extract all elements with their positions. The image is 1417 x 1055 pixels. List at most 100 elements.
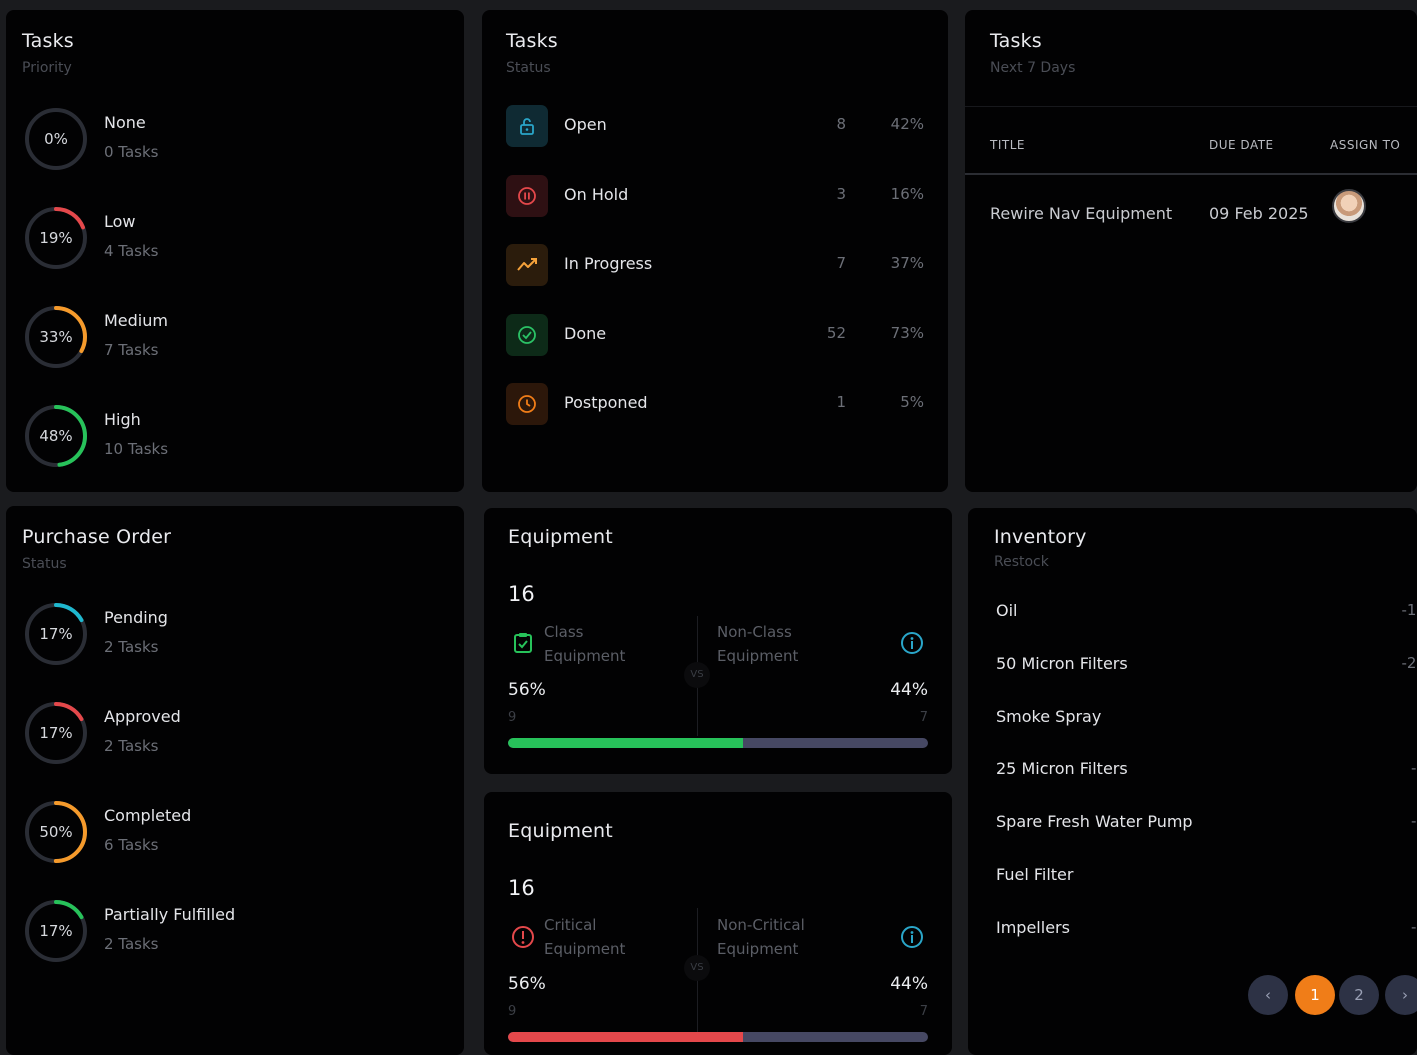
class-ratio-fill xyxy=(508,738,744,748)
card-title: Purchase Order xyxy=(22,526,172,548)
ring-row[interactable]: 17% Partially Fulfilled 2 Tasks xyxy=(22,897,442,967)
left-label-line2: Equipment xyxy=(544,940,626,958)
inventory-item-name: Oil xyxy=(996,601,1018,620)
ring-row[interactable]: 17% Pending 2 Tasks xyxy=(22,600,442,670)
ring-percent: 19% xyxy=(39,229,73,247)
ring-label: Partially Fulfilled xyxy=(104,905,236,924)
inventory-item[interactable]: Oil -17 xyxy=(996,601,1417,625)
status-percent: 37% xyxy=(890,254,924,272)
ring-percent: 0% xyxy=(44,130,68,148)
column-header-assign-to[interactable]: ASSIGN TO xyxy=(1330,138,1400,152)
status-percent: 42% xyxy=(890,115,924,133)
inventory-item-name: Smoke Spray xyxy=(996,706,1102,726)
right-label-line1: Non-Class xyxy=(717,623,792,641)
alert-circle-icon xyxy=(512,926,534,948)
inventory-item-name: 50 Micron Filters xyxy=(996,653,1128,673)
ring-percent: 50% xyxy=(39,823,73,841)
right-label-line2: Equipment xyxy=(717,940,799,958)
progress-ring: 33% xyxy=(22,303,90,371)
ring-count: 2 Tasks xyxy=(104,935,159,953)
vs-badge: VS xyxy=(684,955,710,981)
ring-label: Medium xyxy=(104,311,168,330)
equipment-class-card: Equipment 16 Class Equipment VS Non-Clas… xyxy=(484,508,952,774)
status-label: In Progress xyxy=(564,254,653,273)
status-row[interactable]: On Hold 3 16% xyxy=(506,174,926,217)
pager-next-button[interactable]: › xyxy=(1385,975,1417,1015)
ring-count: 2 Tasks xyxy=(104,737,159,755)
column-header-title[interactable]: TITLE xyxy=(990,138,1025,152)
ring-label: Low xyxy=(104,212,136,231)
progress-ring: 50% xyxy=(22,798,90,866)
right-label-line1: Non-Critical xyxy=(717,916,805,934)
task-title-cell[interactable]: Rewire Nav Equipment xyxy=(990,204,1172,223)
left-label-line2: Equipment xyxy=(544,647,626,665)
inventory-item-name: 25 Micron Filters xyxy=(996,759,1128,779)
pager-prev-button[interactable]: ‹ xyxy=(1248,975,1288,1015)
right-percent: 44% xyxy=(890,680,928,700)
status-row[interactable]: Done 52 73% xyxy=(506,313,926,356)
inventory-item-value: -4 xyxy=(1411,917,1417,936)
equipment-total: 16 xyxy=(508,582,535,606)
right-count: 7 xyxy=(919,710,928,725)
ring-percent: 17% xyxy=(39,625,73,643)
left-label-line1: Critical xyxy=(544,916,597,934)
column-header-due-date[interactable]: DUE DATE xyxy=(1209,138,1274,152)
ring-label: Pending xyxy=(104,608,168,627)
inventory-item[interactable]: Fuel Filter2 xyxy=(996,865,1417,889)
inventory-item[interactable]: Impellers -4 xyxy=(996,918,1417,942)
purchase-order-card: Purchase Order Status 17% Pending 2 Tasks 1… xyxy=(6,506,464,1055)
right-percent: 44% xyxy=(890,974,928,994)
status-count: 8 xyxy=(836,115,846,133)
ring-row[interactable]: 48% High 10 Tasks xyxy=(22,402,442,472)
ring-count: 10 Tasks xyxy=(104,440,169,458)
inventory-item[interactable]: Smoke Spray3 xyxy=(996,707,1417,731)
ring-row[interactable]: 17% Approved 2 Tasks xyxy=(22,699,442,769)
status-row[interactable]: In Progress 7 37% xyxy=(506,244,926,286)
inventory-item[interactable]: 25 Micron Filters -6 xyxy=(996,759,1417,783)
progress-ring: 19% xyxy=(22,204,90,272)
ring-percent: 33% xyxy=(39,328,73,346)
inventory-card: Inventory Restock Oil -17 50 Micron Filter… xyxy=(968,508,1417,1055)
ring-count: 7 Tasks xyxy=(104,341,159,359)
left-label-line1: Class xyxy=(544,623,584,641)
status-row[interactable]: Open 8 42% xyxy=(506,105,926,147)
inventory-item-value: -7 xyxy=(1411,812,1417,831)
pager-page-1[interactable]: 1 xyxy=(1295,975,1335,1015)
status-count: 7 xyxy=(836,254,846,272)
inventory-item-value: -28 xyxy=(1401,653,1417,672)
info-icon[interactable] xyxy=(899,924,925,950)
table-top-divider xyxy=(965,106,1417,107)
ring-row[interactable]: 50% Completed 6 Tasks xyxy=(22,798,442,868)
inventory-item-name: Fuel Filter xyxy=(996,865,1074,884)
ring-row[interactable]: 33% Medium 7 Tasks xyxy=(22,303,442,373)
status-percent: 73% xyxy=(890,323,924,342)
pager-page-2[interactable]: 2 xyxy=(1339,975,1379,1015)
progress-ring: 48% xyxy=(22,402,90,470)
inventory-item[interactable]: 50 Micron Filters -28 xyxy=(996,654,1417,678)
ring-row[interactable]: 19% Low 4 Tasks xyxy=(22,204,442,274)
pause-icon xyxy=(506,174,548,217)
tasks-next7-card: Tasks Next 7 Days TITLE DUE DATE ASSIGN … xyxy=(965,10,1417,492)
status-row[interactable]: Postponed 1 5% xyxy=(506,383,926,425)
ring-row[interactable]: 0% None 0 Tasks xyxy=(22,105,442,175)
right-label-line2: Equipment xyxy=(717,647,799,665)
card-subtitle: Status xyxy=(22,556,67,572)
card-title: Tasks xyxy=(990,30,1042,52)
card-title: Equipment xyxy=(508,526,613,548)
progress-ring: 17% xyxy=(22,699,90,767)
progress-ring: 17% xyxy=(22,897,90,965)
status-percent: 16% xyxy=(890,184,924,203)
card-title: Equipment xyxy=(508,820,613,842)
check-circle-icon xyxy=(506,313,548,356)
trend-icon xyxy=(506,244,548,286)
status-label: Postponed xyxy=(564,393,648,412)
progress-ring: 17% xyxy=(22,600,90,668)
inventory-item[interactable]: Spare Fresh Water Pump -7 xyxy=(996,812,1417,836)
lock-icon xyxy=(506,105,548,147)
due-date-cell: 09 Feb 2025 xyxy=(1209,204,1309,223)
progress-ring: 0% xyxy=(22,105,90,173)
assignee-avatar[interactable] xyxy=(1332,189,1366,223)
status-label: Done xyxy=(564,323,607,343)
left-count: 9 xyxy=(508,710,517,725)
info-icon[interactable] xyxy=(899,630,925,656)
